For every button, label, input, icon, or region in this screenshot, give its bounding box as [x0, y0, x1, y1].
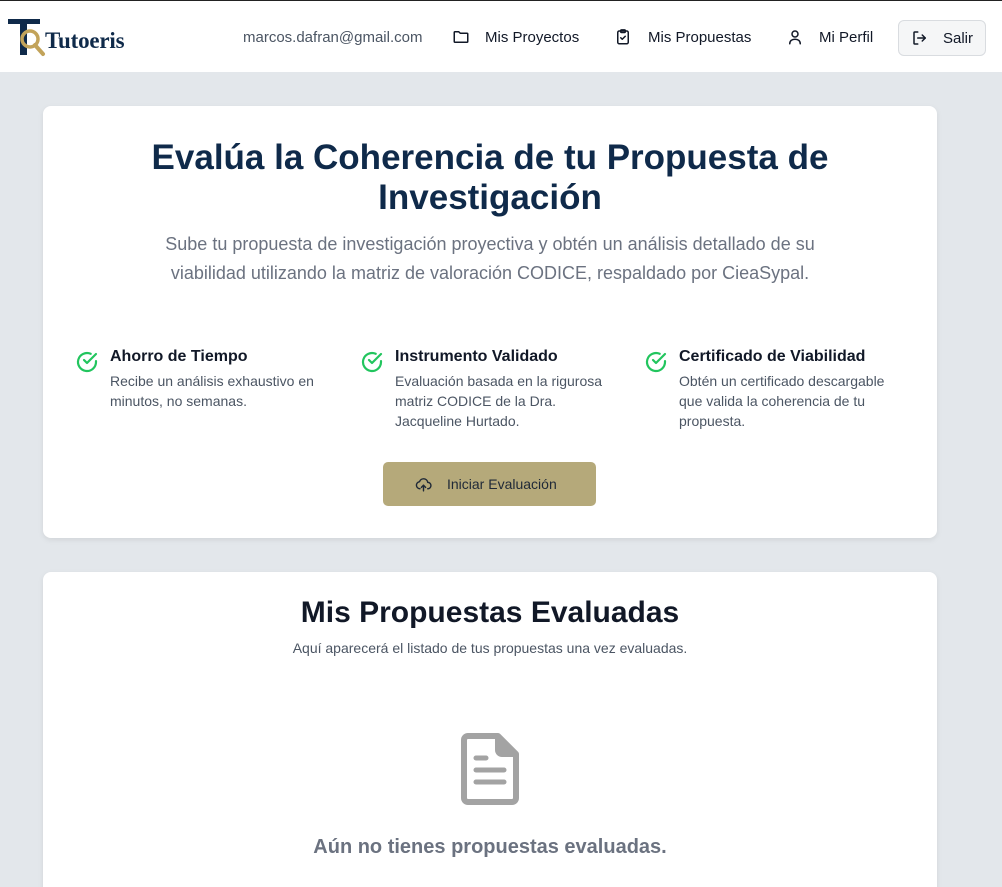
evaluated-title: Mis Propuestas Evaluadas [300, 596, 680, 629]
start-evaluation-button[interactable]: Iniciar Evaluación [383, 462, 596, 506]
check-circle-icon [645, 351, 667, 373]
brand-name: Tutoeris [45, 28, 125, 53]
start-evaluation-label: Iniciar Evaluación [447, 476, 557, 492]
logout-button[interactable]: Salir [898, 20, 986, 56]
nav-mis-proyectos[interactable]: Mis Proyectos [452, 19, 579, 55]
feature-description: Obtén un certificado descargable que val… [679, 373, 885, 429]
nav-mi-perfil[interactable]: Mi Perfil [786, 19, 873, 55]
cloud-upload-icon [415, 477, 432, 492]
evaluated-proposals-card: Mis Propuestas Evaluadas Aquí aparecerá … [43, 572, 937, 887]
logo-mark-icon [8, 19, 45, 56]
evaluated-subtitle: Aquí aparecerá el listado de tus propues… [292, 640, 688, 656]
nav-mis-propuestas[interactable]: Mis Propuestas [614, 19, 751, 55]
check-circle-icon [76, 351, 98, 373]
empty-state-message: Aún no tienes propuestas evaluadas. [313, 836, 667, 858]
folder-icon [453, 31, 469, 43]
clipboard-check-icon [617, 29, 629, 45]
hero-subtitle: Sube tu propuesta de investigación proye… [165, 234, 815, 283]
user-icon [789, 30, 801, 45]
feature-description: Recibe un análisis exhaustivo en minutos… [110, 373, 314, 409]
nav-mi-perfil-label: Mi Perfil [819, 28, 874, 46]
feature-title: Certificado de Viabilidad [679, 348, 866, 365]
feature-description: Evaluación basada en la rigurosa matriz … [395, 373, 603, 429]
brand-logo[interactable]: Tutoeris [6, 15, 136, 59]
logout-button-label: Salir [943, 29, 974, 47]
feature-title: Ahorro de Tiempo [110, 348, 248, 365]
document-icon [461, 733, 519, 805]
hero-card: Evalúa la Coherencia de tu Propuesta de … [43, 106, 937, 538]
top-navbar: Tutoeris marcos.dafran@gmail.com Mis Pro… [0, 1, 1002, 72]
logout-icon [913, 31, 926, 45]
check-circle-icon [361, 351, 383, 373]
nav-mis-propuestas-label: Mis Propuestas [648, 28, 752, 46]
hero-title: Evalúa la Coherencia de tu Propuesta de … [151, 138, 829, 217]
feature-title: Instrumento Validado [395, 348, 558, 365]
user-email: marcos.dafran@gmail.com [243, 29, 423, 46]
nav-mis-proyectos-label: Mis Proyectos [485, 28, 580, 46]
